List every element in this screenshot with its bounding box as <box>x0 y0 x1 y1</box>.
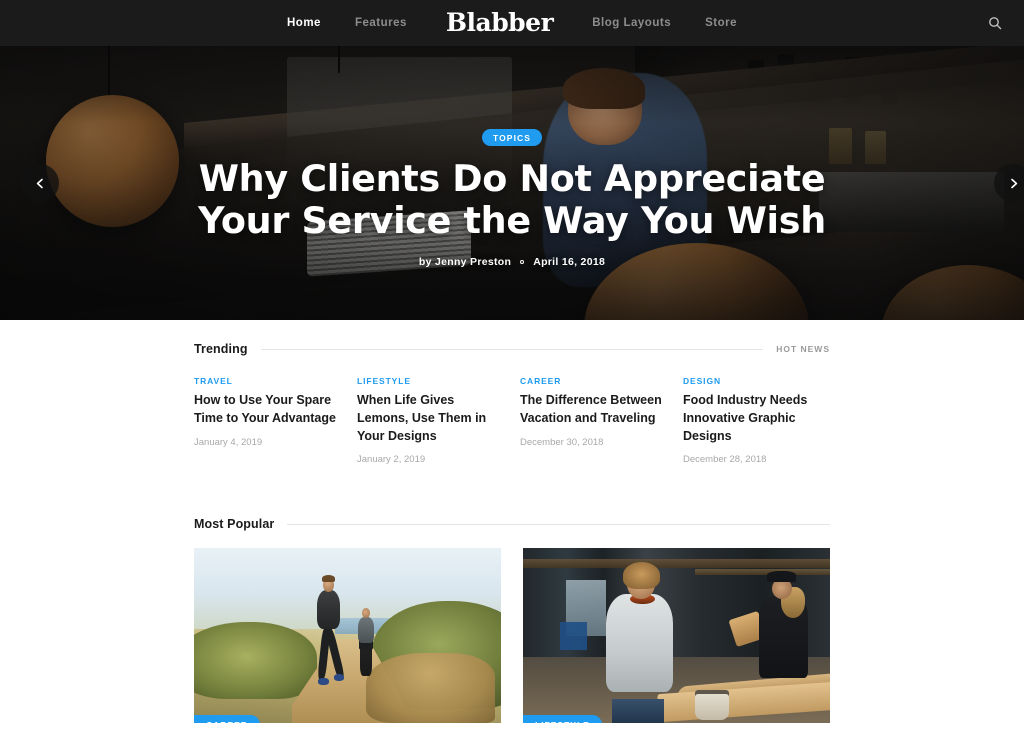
nav-links: Home Features Blabber Blog Layouts Store <box>270 10 754 36</box>
hero-date: April 16, 2018 <box>533 256 606 269</box>
trending-title[interactable]: The Difference Between Vacation and Trav… <box>520 392 667 428</box>
nav-item-home[interactable]: Home <box>270 17 338 29</box>
article-card[interactable]: CAREER What Keeps Us Going: Find Your Wa… <box>194 548 501 745</box>
article-body: What Keeps Us Going: Find Your Way and M… <box>194 723 501 745</box>
trending-title[interactable]: How to Use Your Spare Time to Your Advan… <box>194 392 341 428</box>
trending-title[interactable]: Food Industry Needs Innovative Graphic D… <box>683 392 830 445</box>
trending-header: Trending HOT NEWS <box>194 320 830 356</box>
hero-content: TOPICS Why Clients Do Not Appreciate You… <box>0 46 1024 320</box>
article-thumbnail-runners[interactable]: CAREER <box>194 548 501 724</box>
site-logo[interactable]: Blabber <box>424 10 575 35</box>
main-content: Trending HOT NEWS TRAVEL How to Use Your… <box>0 320 1024 745</box>
nav-item-features[interactable]: Features <box>338 17 424 29</box>
hero-slider: TOPICS Why Clients Do Not Appreciate You… <box>0 46 1024 320</box>
trending-date: January 4, 2019 <box>194 436 263 448</box>
card-category-badge[interactable]: LIFESTYLE <box>523 715 602 724</box>
list-item[interactable]: DESIGN Food Industry Needs Innovative Gr… <box>683 376 830 465</box>
trending-date: January 2, 2019 <box>357 454 426 466</box>
card-category-badge[interactable]: CAREER <box>194 715 260 724</box>
divider <box>287 523 830 525</box>
list-item[interactable]: TRAVEL How to Use Your Spare Time to You… <box>194 376 341 465</box>
hot-news-label: HOT NEWS <box>776 344 830 354</box>
trending-category[interactable]: DESIGN <box>683 376 830 386</box>
article-body: There Is No Way People Can Take This Awa… <box>523 723 830 745</box>
trending-category[interactable]: LIFESTYLE <box>357 376 504 386</box>
trending-category[interactable]: CAREER <box>520 376 667 386</box>
meta-separator-icon <box>520 260 525 265</box>
hero-title[interactable]: Why Clients Do Not Appreciate Your Servi… <box>192 158 832 241</box>
list-item[interactable]: CAREER The Difference Between Vacation a… <box>520 376 667 465</box>
most-popular-header: Most Popular <box>194 495 830 531</box>
divider <box>260 348 764 350</box>
trending-date: December 28, 2018 <box>683 454 767 466</box>
article-thumbnail-workshop[interactable]: LIFESTYLE <box>523 548 830 724</box>
hero-author[interactable]: by Jenny Preston <box>419 256 511 268</box>
nav-item-store[interactable]: Store <box>688 17 754 29</box>
chevron-left-icon[interactable] <box>21 164 59 202</box>
hero-category-badge[interactable]: TOPICS <box>481 129 543 146</box>
trending-heading: Trending <box>194 342 248 356</box>
trending-date: December 30, 2018 <box>520 436 604 448</box>
most-popular-heading: Most Popular <box>194 517 275 532</box>
most-popular-list: CAREER What Keeps Us Going: Find Your Wa… <box>194 548 830 745</box>
trending-list: TRAVEL How to Use Your Spare Time to You… <box>194 376 830 465</box>
chevron-right-icon[interactable] <box>994 164 1024 202</box>
list-item[interactable]: LIFESTYLE When Life Gives Lemons, Use Th… <box>357 376 504 465</box>
nav-item-blog-layouts[interactable]: Blog Layouts <box>575 17 688 29</box>
top-navbar: Home Features Blabber Blog Layouts Store <box>0 0 1024 46</box>
article-card[interactable]: LIFESTYLE There Is No Way People Can Tak… <box>523 548 830 745</box>
hero-meta: by Jenny Preston April 16, 2018 <box>419 256 605 268</box>
trending-title[interactable]: When Life Gives Lemons, Use Them in Your… <box>357 392 504 445</box>
search-icon[interactable] <box>984 12 1006 34</box>
trending-category[interactable]: TRAVEL <box>194 376 341 386</box>
